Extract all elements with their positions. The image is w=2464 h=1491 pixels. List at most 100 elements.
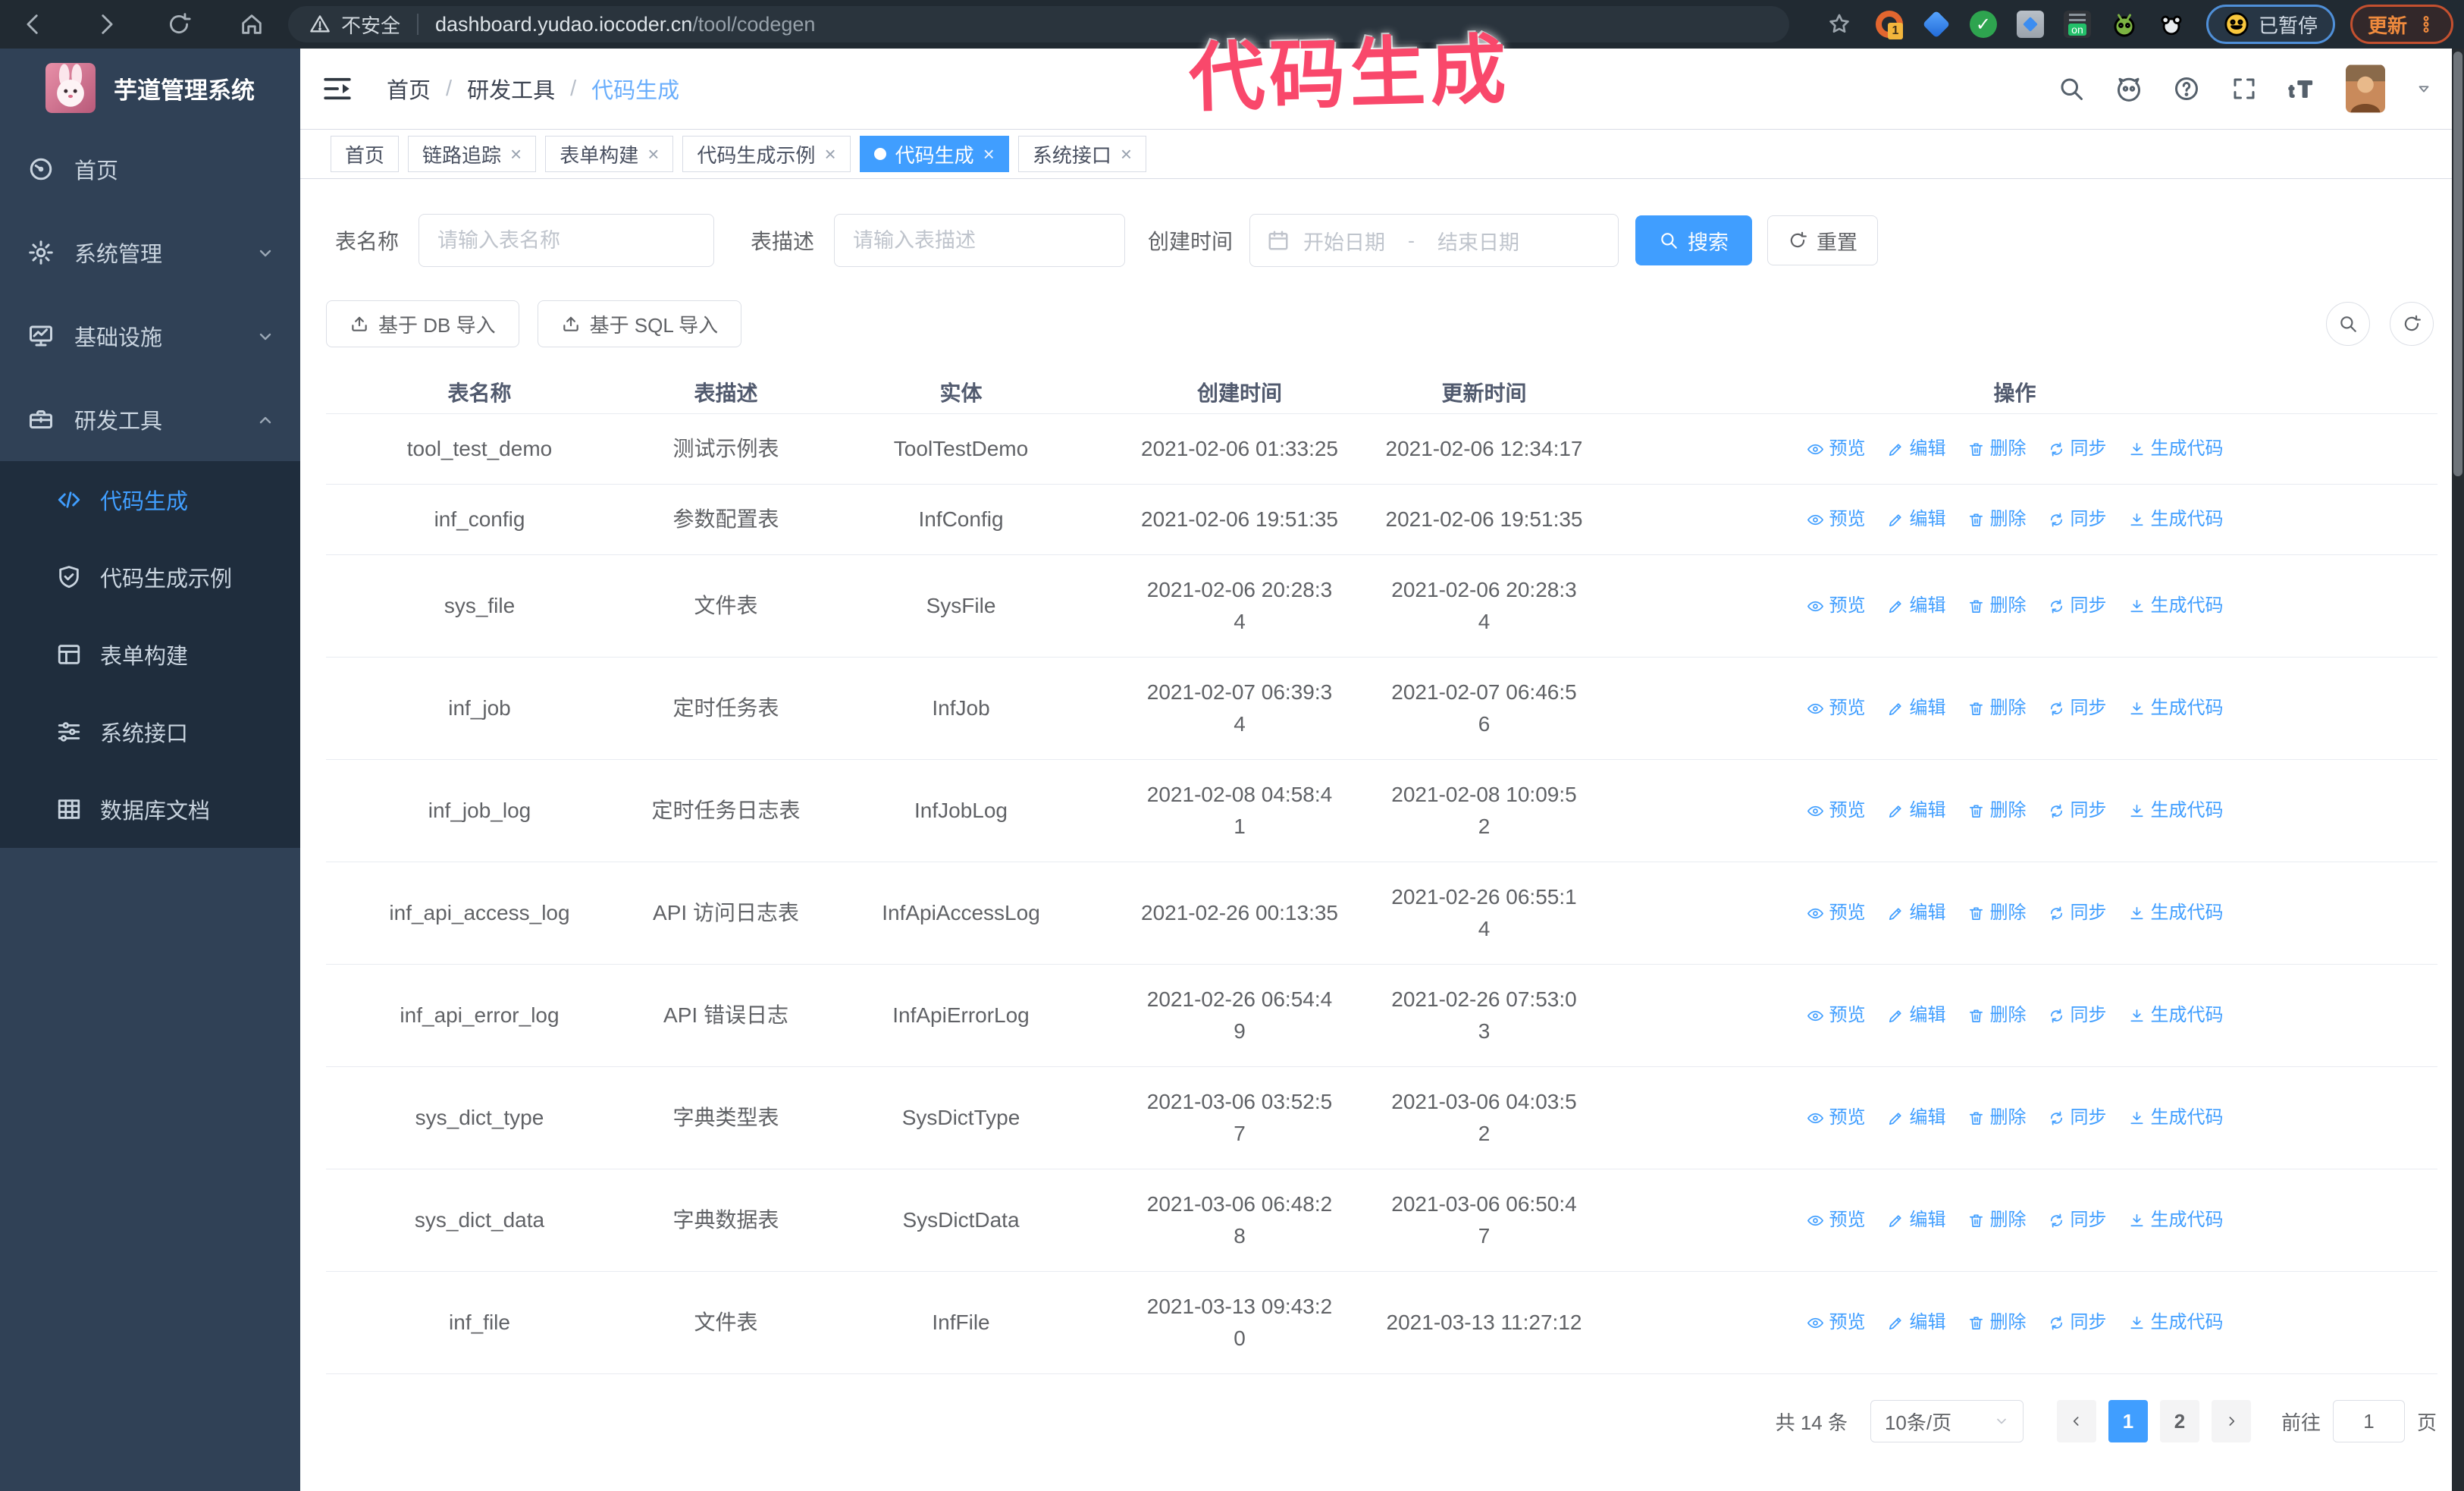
prev-page-button[interactable] (2056, 1400, 2096, 1442)
breadcrumb-item[interactable]: 研发工具 (467, 73, 555, 105)
profile-paused-badge[interactable]: 已暂停 (2205, 5, 2335, 44)
table-desc-input[interactable] (834, 214, 1126, 267)
row-action-preview[interactable]: 预览 (1807, 695, 1866, 722)
sidebar-subitem-codegen-example[interactable]: 代码生成示例 (0, 538, 300, 616)
row-action-delete[interactable]: 删除 (1967, 797, 2027, 824)
create-time-range-picker[interactable]: 开始日期 - 结束日期 (1249, 214, 1619, 267)
row-action-sync[interactable]: 同步 (2048, 1309, 2107, 1336)
sidebar-subitem-form-builder[interactable]: 表单构建 (0, 616, 300, 693)
row-action-delete[interactable]: 删除 (1967, 899, 2027, 927)
row-action-generate-code[interactable]: 生成代码 (2128, 899, 2224, 927)
extension-blue-gem-icon[interactable] (1922, 10, 1951, 39)
page-scrollbar[interactable] (2452, 49, 2464, 1491)
row-action-sync[interactable]: 同步 (2048, 1104, 2107, 1132)
row-action-edit[interactable]: 编辑 (1887, 695, 1946, 722)
browser-back-button[interactable] (17, 8, 50, 41)
extension-orange-ring-icon[interactable]: 1 (1875, 11, 1903, 39)
avatar-caret-button[interactable] (2415, 80, 2432, 97)
row-action-edit[interactable]: 编辑 (1887, 435, 1946, 463)
row-action-edit[interactable]: 编辑 (1887, 1002, 1946, 1029)
row-action-preview[interactable]: 预览 (1807, 506, 1866, 533)
row-action-preview[interactable]: 预览 (1807, 592, 1866, 620)
row-action-sync[interactable]: 同步 (2048, 592, 2107, 620)
close-tab-icon[interactable]: × (510, 144, 522, 164)
toggle-search-button[interactable] (2326, 302, 2370, 346)
sidebar-fold-button[interactable] (321, 73, 353, 105)
row-action-sync[interactable]: 同步 (2048, 899, 2107, 927)
row-action-delete[interactable]: 删除 (1967, 1104, 2027, 1132)
help-button[interactable] (2173, 75, 2200, 102)
row-action-delete[interactable]: 删除 (1967, 435, 2027, 463)
tab-首页[interactable]: 首页 (331, 136, 400, 172)
sidebar-item-system[interactable]: 系统管理 (0, 211, 300, 294)
breadcrumb-item[interactable]: 代码生成 (591, 73, 679, 105)
row-action-preview[interactable]: 预览 (1807, 899, 1866, 927)
tab-系统接口[interactable]: 系统接口 × (1017, 136, 1147, 172)
close-tab-icon[interactable]: × (983, 144, 995, 164)
row-action-sync[interactable]: 同步 (2048, 695, 2107, 722)
extension-green-bot-icon[interactable] (2111, 11, 2138, 38)
tab-代码生成示例[interactable]: 代码生成示例 × (682, 136, 851, 172)
next-page-button[interactable] (2211, 1400, 2251, 1442)
close-tab-icon[interactable]: × (824, 144, 835, 164)
row-action-preview[interactable]: 预览 (1807, 1002, 1866, 1029)
row-action-sync[interactable]: 同步 (2048, 506, 2107, 533)
goto-page-input[interactable] (2332, 1400, 2405, 1442)
row-action-delete[interactable]: 删除 (1967, 1207, 2027, 1234)
tab-表单构建[interactable]: 表单构建 × (545, 136, 674, 172)
page-number-2[interactable]: 2 (2159, 1400, 2199, 1442)
extension-green-check-icon[interactable]: ✓ (1969, 11, 1997, 38)
row-action-edit[interactable]: 编辑 (1887, 1309, 1946, 1336)
tab-链路追踪[interactable]: 链路追踪 × (408, 136, 537, 172)
row-action-preview[interactable]: 预览 (1807, 1104, 1866, 1132)
app-logo[interactable]: 芋道管理系统 (0, 49, 300, 127)
row-action-sync[interactable]: 同步 (2048, 1002, 2107, 1029)
row-action-edit[interactable]: 编辑 (1887, 899, 1946, 927)
table-name-input[interactable] (419, 214, 715, 267)
search-button[interactable]: 搜索 (1635, 215, 1753, 265)
page-size-select[interactable]: 10条/页 (1870, 1400, 2024, 1442)
row-action-generate-code[interactable]: 生成代码 (2128, 1309, 2224, 1336)
address-bar[interactable]: 不安全 dashboard.yudao.iocoder.cn/tool/code… (288, 6, 1789, 42)
browser-update-button[interactable]: 更新 (2350, 5, 2453, 44)
row-action-delete[interactable]: 删除 (1967, 506, 2027, 533)
row-action-preview[interactable]: 预览 (1807, 1207, 1866, 1234)
row-action-sync[interactable]: 同步 (2048, 435, 2107, 463)
row-action-generate-code[interactable]: 生成代码 (2128, 592, 2224, 620)
tab-代码生成[interactable]: 代码生成 × (859, 136, 1009, 172)
extension-panel-on-icon[interactable]: on (2063, 11, 2091, 38)
row-action-edit[interactable]: 编辑 (1887, 1104, 1946, 1132)
row-action-sync[interactable]: 同步 (2048, 797, 2107, 824)
extension-white-paw-icon[interactable] (2158, 11, 2185, 38)
sidebar-item-devtools[interactable]: 研发工具 (0, 378, 300, 461)
scrollbar-thumb[interactable] (2453, 52, 2462, 476)
browser-home-button[interactable] (235, 8, 268, 41)
row-action-preview[interactable]: 预览 (1807, 797, 1866, 824)
row-action-preview[interactable]: 预览 (1807, 1309, 1866, 1336)
github-link[interactable] (2115, 75, 2143, 102)
close-tab-icon[interactable]: × (1121, 144, 1132, 164)
sidebar-subitem-db-doc[interactable]: 数据库文档 (0, 771, 300, 848)
row-action-generate-code[interactable]: 生成代码 (2128, 1104, 2224, 1132)
row-action-delete[interactable]: 删除 (1967, 592, 2027, 620)
font-size-button[interactable]: tT (2288, 75, 2315, 102)
row-action-edit[interactable]: 编辑 (1887, 592, 1946, 620)
fullscreen-button[interactable] (2230, 75, 2258, 102)
row-action-delete[interactable]: 删除 (1967, 1002, 2027, 1029)
row-action-generate-code[interactable]: 生成代码 (2128, 1207, 2224, 1234)
browser-reload-button[interactable] (162, 8, 196, 41)
import-sql-button[interactable]: 基于 SQL 导入 (537, 300, 742, 347)
row-action-preview[interactable]: 预览 (1807, 435, 1866, 463)
row-action-edit[interactable]: 编辑 (1887, 1207, 1946, 1234)
close-tab-icon[interactable]: × (647, 144, 659, 164)
sidebar-item-home[interactable]: 首页 (0, 127, 300, 211)
row-action-generate-code[interactable]: 生成代码 (2128, 506, 2224, 533)
sidebar-subitem-codegen[interactable]: 代码生成 (0, 461, 300, 538)
user-avatar[interactable] (2346, 64, 2385, 113)
row-action-delete[interactable]: 删除 (1967, 695, 2027, 722)
import-db-button[interactable]: 基于 DB 导入 (326, 300, 519, 347)
page-number-1[interactable]: 1 (2108, 1400, 2148, 1442)
reset-button[interactable]: 重置 (1767, 215, 1879, 265)
header-search-button[interactable] (2058, 75, 2085, 102)
refresh-table-button[interactable] (2390, 302, 2434, 346)
